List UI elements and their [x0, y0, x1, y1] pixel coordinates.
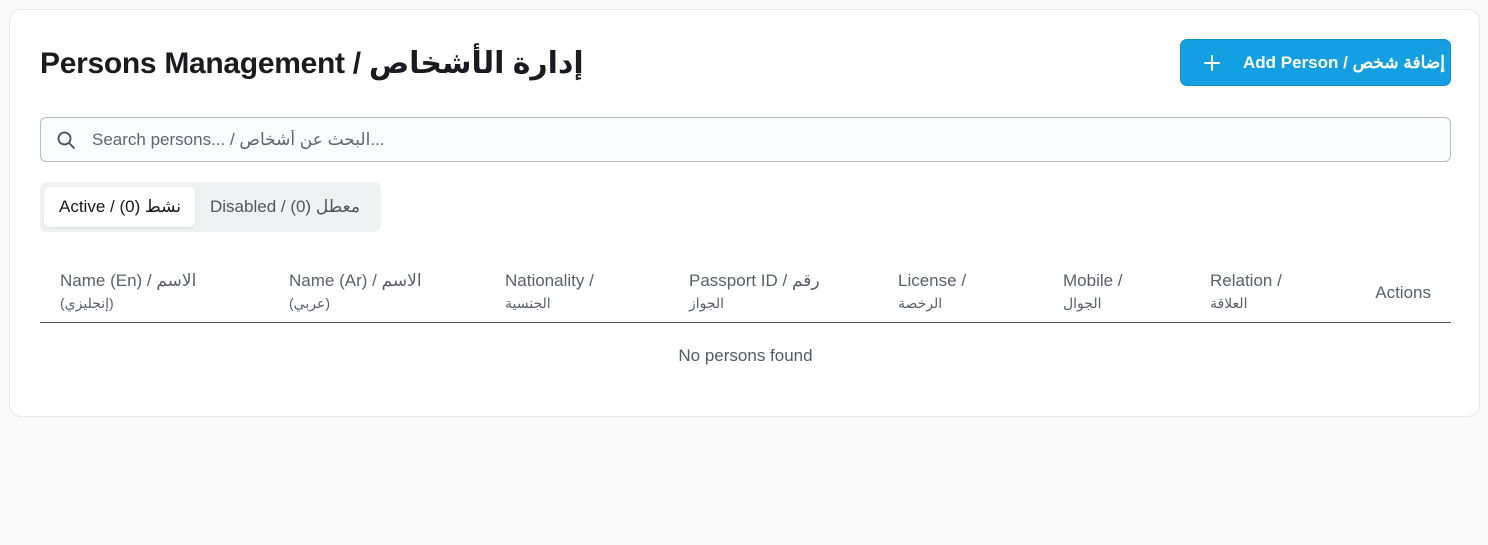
column-header-relation-line1: Relation /	[1210, 271, 1282, 290]
search-input[interactable]	[92, 129, 1392, 150]
column-header-mobile-line2: الجوال	[1063, 295, 1102, 311]
column-header-name-ar-line2: (عربي)	[289, 295, 330, 311]
empty-state-message: No persons found	[678, 346, 813, 365]
plus-icon	[1203, 54, 1221, 72]
status-tabs: Active / (0) نشط Disabled / (0) معطل	[40, 182, 381, 232]
column-header-relation[interactable]: Relation / العلاقة	[1210, 269, 1282, 313]
persons-card: Persons Management / إدارة الأشخاص Add P…	[9, 9, 1480, 417]
column-header-name-en-line2: (إنجليزي)	[60, 295, 114, 311]
column-header-passport-id-line1: Passport ID / رقم	[689, 271, 820, 290]
column-header-name-ar[interactable]: Name (Ar) / الاسم (عربي)	[289, 269, 422, 313]
search-icon	[57, 131, 75, 149]
column-header-actions: Actions	[1375, 283, 1431, 302]
column-header-nationality[interactable]: Nationality / الجنسية	[505, 269, 594, 313]
column-header-passport-id-line2: الجواز	[689, 295, 725, 311]
column-header-name-en[interactable]: Name (En) / الاسم (إنجليزي)	[60, 269, 196, 313]
column-header-name-ar-line1: Name (Ar) / الاسم	[289, 271, 422, 290]
column-header-relation-line2: العلاقة	[1210, 295, 1248, 311]
add-person-label: Add Person / إضافة شخص	[1243, 52, 1445, 72]
page-title: Persons Management / إدارة الأشخاص	[40, 47, 584, 80]
column-header-nationality-line1: Nationality /	[505, 271, 594, 290]
column-header-mobile-line1: Mobile /	[1063, 271, 1123, 290]
add-person-button[interactable]: Add Person / إضافة شخص	[1180, 39, 1451, 86]
search-box	[40, 117, 1451, 162]
column-header-nationality-line2: الجنسية	[505, 295, 551, 311]
persons-table: Name (En) / الاسم (إنجليزي) Name (Ar) / …	[40, 261, 1451, 366]
column-header-mobile[interactable]: Mobile / الجوال	[1063, 269, 1123, 313]
tab-disabled[interactable]: Disabled / (0) معطل	[195, 187, 375, 227]
column-header-license-line1: License /	[898, 271, 967, 290]
column-header-passport-id[interactable]: Passport ID / رقم الجواز	[689, 269, 820, 313]
column-header-license[interactable]: License / الرخصة	[898, 269, 966, 313]
tab-active[interactable]: Active / (0) نشط	[44, 187, 195, 227]
column-header-license-line2: الرخصة	[898, 295, 943, 311]
table-header: Name (En) / الاسم (إنجليزي) Name (Ar) / …	[40, 261, 1451, 323]
column-header-name-en-line1: Name (En) / الاسم	[60, 271, 197, 290]
